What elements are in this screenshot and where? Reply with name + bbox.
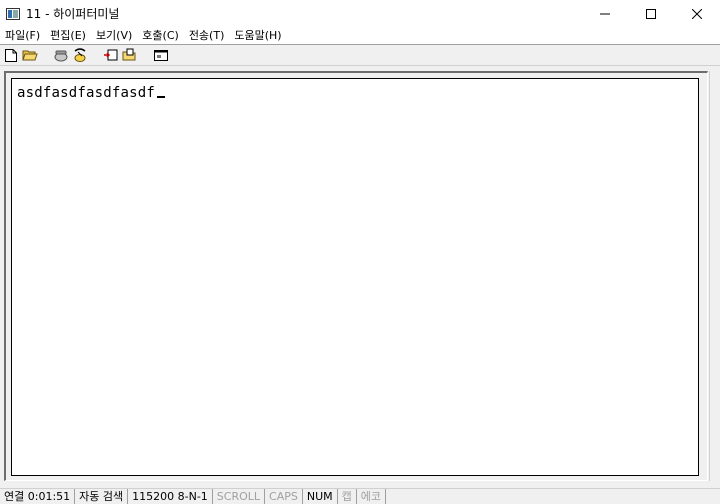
menu-file[interactable]: 파일(F) (0, 27, 45, 44)
maximize-icon (646, 8, 656, 19)
properties-icon[interactable] (153, 47, 169, 63)
open-folder-icon[interactable] (22, 47, 38, 63)
close-icon (692, 8, 702, 19)
maximize-button[interactable] (628, 0, 674, 27)
terminal-text: asdfasdfasdfasdf (17, 85, 156, 101)
window-title: 11 - 하이퍼터미널 (26, 7, 120, 21)
receive-file-icon[interactable] (122, 47, 138, 63)
minimize-icon (600, 13, 610, 14)
status-auto-detect: 자동 검색 (75, 489, 129, 504)
menu-call[interactable]: 호출(C) (137, 27, 184, 44)
terminal-output[interactable]: asdfasdfasdfasdf (17, 85, 166, 101)
status-scroll: SCROLL (213, 489, 266, 504)
terminal-screen[interactable]: asdfasdfasdfasdf (11, 78, 699, 476)
close-button[interactable] (674, 0, 720, 27)
hyperterminal-app-icon[interactable] (6, 7, 20, 20)
menu-transfer[interactable]: 전송(T) (184, 27, 230, 44)
vertical-scrollbar[interactable] (709, 71, 720, 481)
status-bar: 연결 0:01:51 자동 검색 115200 8-N-1 SCROLL CAP… (0, 488, 720, 504)
status-echo: 에코 (357, 489, 387, 504)
window-controls (582, 0, 720, 27)
toolbar (0, 44, 720, 66)
title-bar[interactable]: 11 - 하이퍼터미널 (0, 0, 720, 27)
menu-view[interactable]: 보기(V) (91, 27, 137, 44)
menu-edit[interactable]: 편집(E) (45, 27, 91, 44)
text-cursor (157, 96, 166, 98)
terminal-frame: asdfasdfasdfasdf (4, 71, 708, 481)
status-caps: CAPS (265, 489, 303, 504)
menu-bar: 파일(F) 편집(E) 보기(V) 호출(C) 전송(T) 도움말(H) (0, 27, 720, 44)
status-capture: 캡 (338, 489, 357, 504)
hyperterminal-window: 11 - 하이퍼터미널 파일(F) 편집(E) 보기(V) 호출(C) 전송(T… (0, 0, 720, 504)
menu-help[interactable]: 도움말(H) (229, 27, 286, 44)
horizontal-spacer (0, 481, 720, 487)
send-file-icon[interactable] (103, 47, 119, 63)
status-num: NUM (303, 489, 338, 504)
call-phone-icon[interactable] (53, 47, 69, 63)
disconnect-phone-icon[interactable] (72, 47, 88, 63)
status-connection-time: 연결 0:01:51 (0, 489, 76, 504)
minimize-button[interactable] (582, 0, 628, 27)
status-port-settings: 115200 8-N-1 (128, 489, 213, 504)
new-document-icon[interactable] (3, 47, 19, 63)
